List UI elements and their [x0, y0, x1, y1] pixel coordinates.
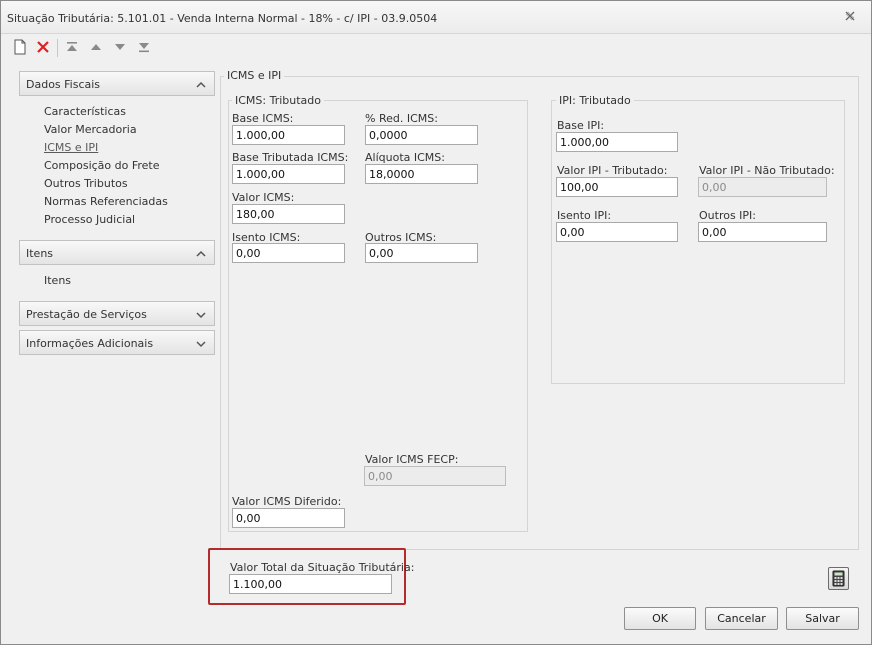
icms-section-title: ICMS: Tributado: [232, 94, 325, 107]
valor-icms-fecp-label: Valor ICMS FECP:: [365, 453, 459, 466]
base-icms-field[interactable]: 1.000,00: [232, 125, 345, 145]
isento-icms-field[interactable]: 0,00: [232, 243, 345, 263]
chevron-down-icon: [196, 338, 206, 348]
nav-group-itens[interactable]: Itens: [19, 240, 215, 265]
valor-icms-fecp-field: 0,00: [364, 466, 506, 486]
valor-ipi-nao-tributado-label: Valor IPI - Não Tributado:: [699, 164, 835, 177]
toolbar-separator: [57, 39, 58, 57]
valor-ipi-tributado-label: Valor IPI - Tributado:: [557, 164, 668, 177]
valor-ipi-tributado-field[interactable]: 100,00: [556, 177, 678, 197]
nav-group-label: Dados Fiscais: [26, 78, 101, 91]
nav-item-valor-mercadoria[interactable]: Valor Mercadoria: [44, 123, 137, 136]
valor-icms-field[interactable]: 180,00: [232, 204, 345, 224]
title-bar: Situação Tributária: 5.101.01 - Venda In…: [1, 1, 871, 34]
total-field[interactable]: 1.100,00: [229, 574, 392, 594]
nav-group-informacoes-adicionais[interactable]: Informações Adicionais: [19, 330, 215, 355]
nav-item-processo-judicial[interactable]: Processo Judicial: [44, 213, 135, 226]
move-up-icon[interactable]: [88, 39, 104, 55]
nav-item-itens[interactable]: Itens: [44, 274, 71, 287]
nav-group-label: Informações Adicionais: [26, 337, 154, 350]
ok-button[interactable]: OK: [624, 607, 696, 630]
move-first-icon[interactable]: [64, 39, 80, 55]
red-icms-field[interactable]: 0,0000: [365, 125, 478, 145]
nav-group-label: Prestação de Serviços: [26, 308, 147, 321]
outros-ipi-label: Outros IPI:: [699, 209, 757, 222]
chevron-up-icon: [196, 248, 206, 257]
isento-ipi-label: Isento IPI:: [557, 209, 612, 222]
aliquota-icms-field[interactable]: 18,0000: [365, 164, 478, 184]
window-title: Situação Tributária: 5.101.01 - Venda In…: [7, 12, 438, 25]
nav-item-icms-ipi[interactable]: ICMS e IPI: [44, 141, 98, 154]
outros-icms-field[interactable]: 0,00: [365, 243, 478, 263]
chevron-down-icon: [196, 309, 206, 319]
base-tributada-icms-field[interactable]: 1.000,00: [232, 164, 345, 184]
valor-icms-label: Valor ICMS:: [232, 191, 295, 204]
valor-icms-diferido-field[interactable]: 0,00: [232, 508, 345, 528]
isento-ipi-field[interactable]: 0,00: [556, 222, 678, 242]
base-ipi-field[interactable]: 1.000,00: [556, 132, 678, 152]
base-icms-label: Base ICMS:: [232, 112, 294, 125]
nav-group-label: Itens: [26, 247, 54, 260]
nav-group-dados-fiscais[interactable]: Dados Fiscais: [19, 71, 215, 96]
total-label: Valor Total da Situação Tributária:: [230, 561, 415, 574]
valor-ipi-nao-tributado-field: 0,00: [698, 177, 827, 197]
move-down-icon[interactable]: [112, 39, 128, 55]
cancel-button[interactable]: Cancelar: [705, 607, 778, 630]
outros-ipi-field[interactable]: 0,00: [698, 222, 827, 242]
move-last-icon[interactable]: [136, 39, 152, 55]
nav-item-caracteristicas[interactable]: Características: [44, 105, 126, 118]
chevron-up-icon: [196, 79, 206, 88]
nav-group-prestacao-servicos[interactable]: Prestação de Serviços: [19, 301, 215, 326]
ipi-section-title: IPI: Tributado: [556, 94, 634, 107]
calculator-icon: [829, 570, 848, 592]
base-ipi-label: Base IPI:: [557, 119, 605, 132]
delete-icon[interactable]: [35, 39, 51, 55]
nav-item-outros-tributos[interactable]: Outros Tributos: [44, 177, 128, 190]
red-icms-label: % Red. ICMS:: [365, 112, 438, 125]
nav-item-normas-referenciadas[interactable]: Normas Referenciadas: [44, 195, 168, 208]
group-title: ICMS e IPI: [224, 69, 285, 82]
close-icon[interactable]: [843, 10, 857, 24]
new-document-icon[interactable]: [12, 39, 28, 55]
aliquota-icms-label: Alíquota ICMS:: [365, 151, 445, 164]
save-button[interactable]: Salvar: [786, 607, 859, 630]
nav-item-composicao-frete[interactable]: Composição do Frete: [44, 159, 160, 172]
valor-icms-diferido-label: Valor ICMS Diferido:: [232, 495, 342, 508]
calculator-button[interactable]: [828, 567, 849, 590]
base-tributada-icms-label: Base Tributada ICMS:: [232, 151, 349, 164]
dialog-window: Situação Tributária: 5.101.01 - Venda In…: [0, 0, 872, 645]
